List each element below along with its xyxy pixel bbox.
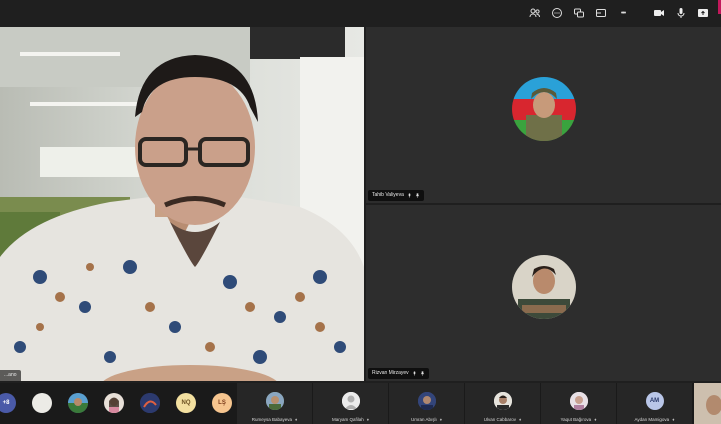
participant-name: Yaqut Bağırova: [560, 417, 592, 422]
participant-name: Tahib Valiyeva: [372, 192, 404, 198]
muted-mic-icon: [408, 193, 411, 198]
participant-avatar: [417, 392, 436, 410]
muted-mic-icon: ♦: [672, 417, 675, 422]
participant-name: Aydan Mamigova: [634, 417, 670, 422]
participant-avatar: [341, 392, 360, 410]
attendee-avatar[interactable]: [32, 393, 52, 413]
participant-initials-avatar: AM: [645, 392, 664, 410]
participant-strip: +8 NQ LŞ Rumeysa Babayeva ♦ Maryam Qafil…: [0, 383, 721, 424]
muted-mic-icon: ♦: [294, 417, 298, 422]
participant-name-row: Umran Abışlı ♦: [389, 417, 464, 422]
participant-thumbnail[interactable]: Umran Abışlı ♦: [388, 383, 464, 424]
participant-name: Maryam Qafilah: [331, 417, 364, 422]
participant-name-tag: Tahib Valiyeva: [368, 190, 424, 201]
main-video-feed[interactable]: ...ano: [0, 27, 364, 381]
overflow-count-badge[interactable]: +8: [0, 393, 16, 413]
initials: AM: [649, 398, 660, 404]
participant-thumbnail[interactable]: Ulvan Cabbarov ♦: [464, 383, 540, 424]
participant-avatar: [493, 392, 512, 410]
chat-icon[interactable]: [547, 5, 567, 21]
overflow-count: +8: [2, 400, 10, 406]
people-icon[interactable]: [525, 5, 545, 21]
participant-name-row: Yaqut Bağırova ♦: [541, 417, 616, 422]
initials: LŞ: [218, 400, 226, 406]
participant-name-row: Aydan Mamigova ♦: [617, 417, 692, 422]
more-label: •••: [620, 9, 626, 17]
initials: NQ: [181, 400, 191, 406]
participant-thumbnail[interactable]: Maryam Qafilah ♦: [312, 383, 388, 424]
participant-avatar: [569, 392, 588, 410]
muted-mic-icon: ♦: [594, 417, 597, 422]
participant-name-row: Maryam Qafilah ♦: [313, 417, 388, 422]
main-speaker-video: [0, 27, 364, 381]
participant-thumbnail[interactable]: AM Aydan Mamigova ♦: [616, 383, 692, 424]
attendee-avatar[interactable]: [140, 393, 160, 413]
attendee-initials-avatar[interactable]: NQ: [176, 393, 196, 413]
muted-mic-icon: ♦: [518, 417, 522, 422]
participant-avatar: [511, 77, 576, 141]
rooms-icon[interactable]: [591, 5, 611, 21]
muted-mic-icon: ♦: [439, 417, 443, 422]
video-stage: ...ano Tahib Valiyeva Rizvan Mirzayev: [0, 27, 721, 383]
partial-participant-thumbnail[interactable]: [694, 383, 721, 424]
participant-name-row: Rumeysa Babayeva ♦: [237, 417, 312, 422]
mic-icon[interactable]: [671, 5, 691, 21]
participant-name-row: Ulvan Cabbarov ♦: [465, 417, 540, 422]
muted-mic-icon: ♦: [366, 417, 370, 422]
participant-tile[interactable]: Tahib Valiyeva: [366, 27, 721, 203]
toolbar-controls: •••: [523, 5, 713, 21]
more-icon[interactable]: •••: [613, 5, 633, 21]
participant-avatar: [511, 255, 576, 319]
camera-icon[interactable]: [649, 5, 669, 21]
participant-thumbnail[interactable]: Rumeysa Babayeva ♦: [236, 383, 312, 424]
main-video-name-tag: ...ano: [0, 370, 21, 381]
participant-name: Ulvan Cabbarov: [483, 417, 516, 422]
participant-thumbnail[interactable]: Yaqut Bağırova ♦: [540, 383, 616, 424]
reactions-icon[interactable]: [569, 5, 589, 21]
attendee-initials-avatar[interactable]: LŞ: [212, 393, 232, 413]
meeting-toolbar: •••: [0, 0, 721, 27]
pin-icon[interactable]: [420, 371, 425, 376]
participant-name: Umran Abışlı: [410, 417, 437, 422]
attendee-avatar[interactable]: [104, 393, 124, 413]
participant-avatar: [265, 392, 284, 410]
participant-name-tag: Rizvan Mirzayev: [368, 368, 429, 379]
attendee-avatar[interactable]: [68, 393, 88, 413]
attendee-avatars: +8 NQ LŞ: [0, 393, 232, 413]
participant-name: Rizvan Mirzayev: [372, 370, 409, 376]
pin-icon[interactable]: [415, 193, 420, 198]
participant-tile[interactable]: Rizvan Mirzayev: [366, 205, 721, 381]
share-icon[interactable]: [693, 5, 713, 21]
muted-mic-icon: [413, 371, 416, 376]
participant-thumbnails: Rumeysa Babayeva ♦ Maryam Qafilah ♦ Umran …: [236, 383, 692, 424]
participant-name: Rumeysa Babayeva: [251, 417, 292, 422]
